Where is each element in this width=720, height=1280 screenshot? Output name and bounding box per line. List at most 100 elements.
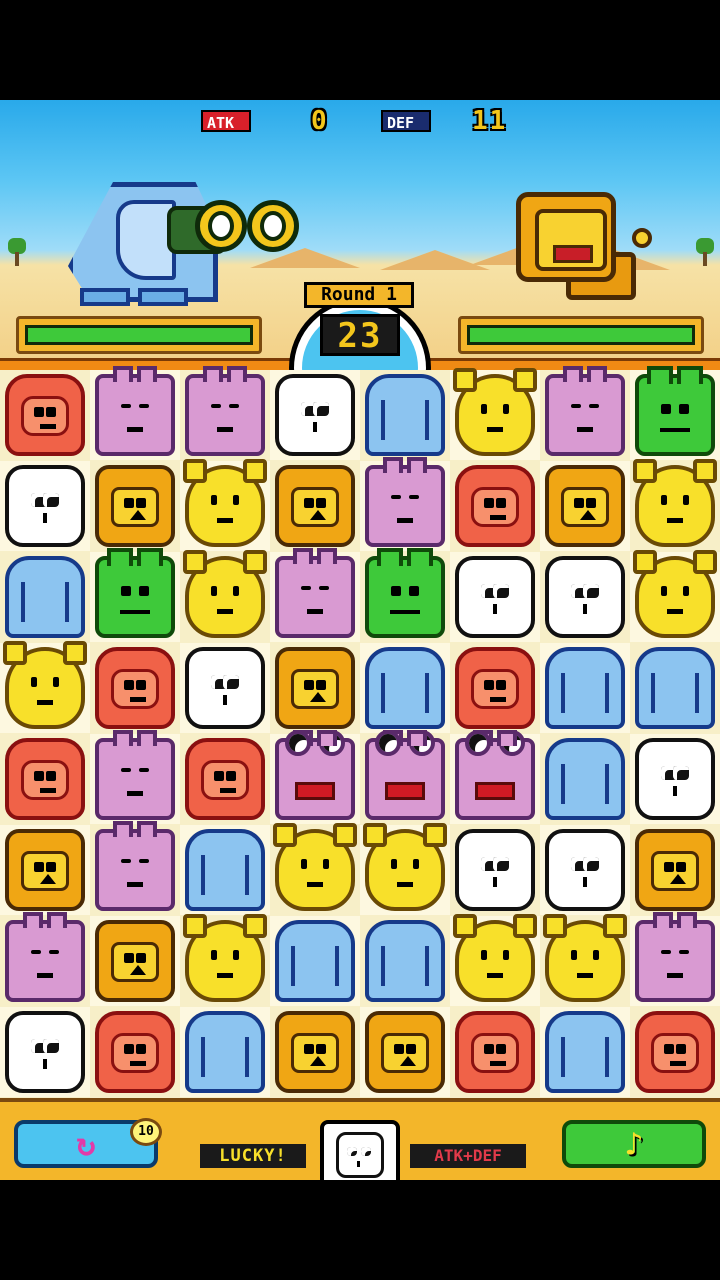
monkey-tile-icon[interactable]: [185, 738, 265, 820]
panda-tile-icon[interactable]: [5, 1011, 85, 1093]
board-cell[interactable]: [450, 1007, 540, 1097]
hippo-tile-icon[interactable]: [275, 730, 355, 820]
board-cell[interactable]: [540, 643, 630, 733]
board-cell[interactable]: [540, 366, 630, 460]
monkey-tile-icon[interactable]: [635, 1011, 715, 1093]
elephant-tile-icon[interactable]: [365, 920, 445, 1002]
monkey-tile-icon[interactable]: [455, 465, 535, 547]
board-cell[interactable]: [270, 1007, 360, 1097]
board-cell[interactable]: [540, 1007, 630, 1097]
frog-tile-icon[interactable]: [635, 366, 715, 456]
board-cell[interactable]: [540, 461, 630, 551]
giraffe-tile-icon[interactable]: [453, 914, 537, 1002]
board-cell[interactable]: [0, 370, 90, 460]
board-cell[interactable]: [360, 1007, 450, 1097]
board-cell[interactable]: [90, 643, 180, 733]
board-cell[interactable]: [90, 730, 180, 824]
lion-tile-icon[interactable]: [545, 465, 625, 547]
board-cell[interactable]: [360, 548, 450, 642]
monkey-tile-icon[interactable]: [455, 647, 535, 729]
panda-tile-icon[interactable]: [185, 647, 265, 729]
board-cell[interactable]: [630, 643, 720, 733]
lion-tile-icon[interactable]: [275, 647, 355, 729]
elephant-tile-icon[interactable]: [635, 647, 715, 729]
board-cell[interactable]: [270, 643, 360, 733]
board-cell[interactable]: [90, 366, 180, 460]
board-cell[interactable]: [360, 457, 450, 551]
giraffe-tile-icon[interactable]: [3, 641, 87, 729]
hippo-tile-icon[interactable]: [545, 366, 625, 456]
elephant-tile-icon[interactable]: [275, 920, 355, 1002]
panda-tile-icon[interactable]: [455, 556, 535, 638]
panda-tile-icon[interactable]: [455, 829, 535, 911]
monkey-tile-icon[interactable]: [5, 374, 85, 456]
board-cell[interactable]: [450, 730, 540, 824]
giraffe-tile-icon[interactable]: [183, 459, 267, 547]
hippo-tile-icon[interactable]: [95, 821, 175, 911]
hippo-tile-icon[interactable]: [95, 366, 175, 456]
board-cell[interactable]: [450, 368, 540, 460]
board-cell[interactable]: [360, 916, 450, 1006]
elephant-tile-icon[interactable]: [185, 1011, 265, 1093]
board-cell[interactable]: [90, 916, 180, 1006]
board-cell[interactable]: [540, 552, 630, 642]
board-cell[interactable]: [0, 461, 90, 551]
board-cell[interactable]: [270, 461, 360, 551]
board-cell[interactable]: [0, 641, 90, 733]
panda-tile-icon[interactable]: [635, 738, 715, 820]
board-cell[interactable]: [90, 1007, 180, 1097]
board-cell[interactable]: [450, 552, 540, 642]
board-cell[interactable]: [180, 550, 270, 642]
board-cell[interactable]: [630, 734, 720, 824]
hippo-tile-icon[interactable]: [185, 366, 265, 456]
panda-tile-icon[interactable]: [275, 374, 355, 456]
hippo-tile-icon[interactable]: [95, 730, 175, 820]
music-button[interactable]: ♪: [562, 1120, 706, 1168]
board-cell[interactable]: [360, 730, 450, 824]
board-cell[interactable]: [270, 823, 360, 915]
board-cell[interactable]: [0, 1007, 90, 1097]
board-cell[interactable]: [360, 370, 450, 460]
board-cell[interactable]: [540, 914, 630, 1006]
board-cell[interactable]: [270, 916, 360, 1006]
board-cell[interactable]: [0, 912, 90, 1006]
monkey-tile-icon[interactable]: [95, 647, 175, 729]
board-cell[interactable]: [0, 734, 90, 824]
board-cell[interactable]: [180, 366, 270, 460]
frog-tile-icon[interactable]: [95, 548, 175, 638]
board-cell[interactable]: [630, 825, 720, 915]
hippo-tile-icon[interactable]: [5, 912, 85, 1002]
board-cell[interactable]: [90, 821, 180, 915]
board-cell[interactable]: [360, 643, 450, 733]
elephant-tile-icon[interactable]: [365, 647, 445, 729]
board-cell[interactable]: [0, 825, 90, 915]
lion-tile-icon[interactable]: [275, 1011, 355, 1093]
lion-tile-icon[interactable]: [5, 829, 85, 911]
hippo-tile-icon[interactable]: [365, 457, 445, 547]
frog-tile-icon[interactable]: [365, 548, 445, 638]
lion-tile-icon[interactable]: [95, 465, 175, 547]
elephant-tile-icon[interactable]: [185, 829, 265, 911]
board-cell[interactable]: [540, 825, 630, 915]
board-cell[interactable]: [450, 461, 540, 551]
board-cell[interactable]: [180, 914, 270, 1006]
giraffe-tile-icon[interactable]: [543, 914, 627, 1002]
board-cell[interactable]: [0, 552, 90, 642]
board-cell[interactable]: [180, 459, 270, 551]
elephant-tile-icon[interactable]: [365, 374, 445, 456]
board-cell[interactable]: [450, 914, 540, 1006]
elephant-tile-icon[interactable]: [545, 647, 625, 729]
board-cell[interactable]: [270, 730, 360, 824]
board-cell[interactable]: [450, 643, 540, 733]
monkey-tile-icon[interactable]: [455, 1011, 535, 1093]
elephant-tile-icon[interactable]: [545, 738, 625, 820]
lion-tile-icon[interactable]: [275, 465, 355, 547]
board-cell[interactable]: [540, 734, 630, 824]
monkey-tile-icon[interactable]: [95, 1011, 175, 1093]
panda-tile-icon[interactable]: [5, 465, 85, 547]
board-cell[interactable]: [450, 825, 540, 915]
board-cell[interactable]: [270, 548, 360, 642]
giraffe-tile-icon[interactable]: [183, 914, 267, 1002]
board-cell[interactable]: [90, 461, 180, 551]
giraffe-tile-icon[interactable]: [633, 459, 717, 547]
